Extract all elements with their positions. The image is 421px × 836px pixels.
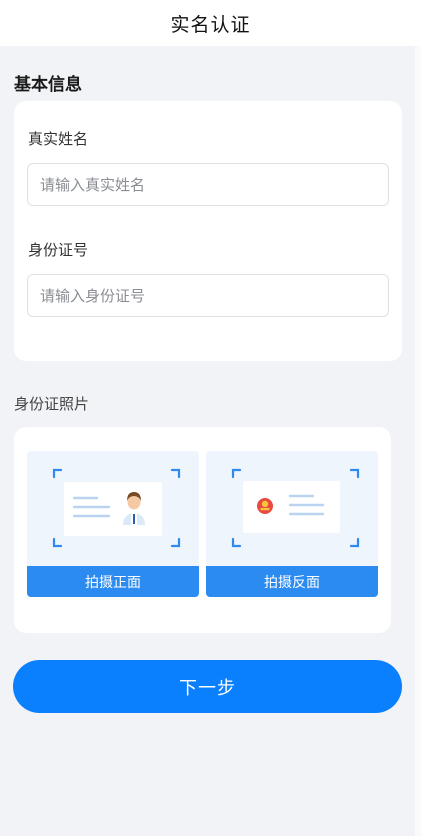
name-label: 真实姓名: [28, 130, 89, 148]
capture-back-button[interactable]: 拍摄反面: [206, 566, 378, 597]
page-title: 实名认证: [170, 13, 251, 36]
page: 实名认证 基本信息 真实姓名 身份证号 身份证照片: [0, 0, 421, 836]
id-card-back-emblem-icon: [231, 468, 360, 548]
nav-bar: 实名认证: [0, 0, 421, 46]
id-photo-section-title: 身份证照片: [14, 395, 90, 413]
basic-info-card: 真实姓名 身份证号: [14, 101, 402, 361]
id-front-upload-tile[interactable]: 拍摄正面: [27, 451, 199, 597]
id-number-input[interactable]: [27, 274, 389, 317]
next-step-button[interactable]: 下一步: [13, 660, 402, 713]
basic-info-section-title: 基本信息: [14, 75, 82, 95]
right-edge-strip: [415, 0, 421, 836]
id-back-upload-tile[interactable]: 拍摄反面: [206, 451, 378, 597]
capture-front-button[interactable]: 拍摄正面: [27, 566, 199, 597]
id-number-label: 身份证号: [28, 241, 89, 259]
id-photo-card: 拍摄正面 拍摄反面: [14, 427, 391, 633]
name-input[interactable]: [27, 163, 389, 206]
id-card-front-icon: [52, 468, 181, 548]
